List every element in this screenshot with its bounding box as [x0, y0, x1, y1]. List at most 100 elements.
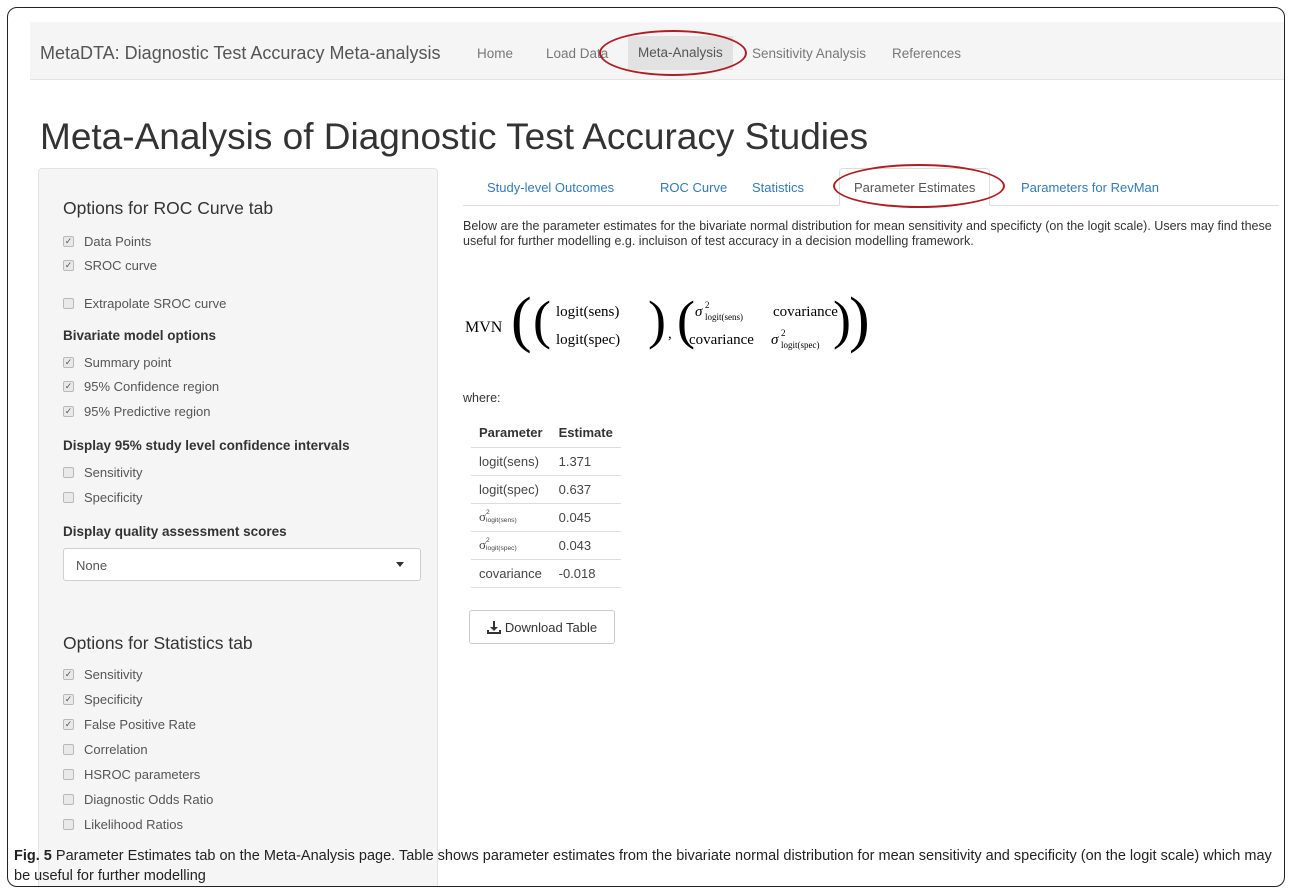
caption-text: Parameter Estimates tab on the Meta-Anal…	[14, 848, 1272, 884]
checkbox-label: SROC curve	[84, 258, 157, 273]
cell-estimate: 0.043	[550, 531, 621, 560]
formula-cov-bottom: covariance	[689, 332, 754, 348]
roc-options-heading: Options for ROC Curve tab	[63, 198, 274, 218]
checkbox-stats-specificity[interactable]: ✓ Specificity	[63, 692, 143, 707]
nav-sensitivity-analysis[interactable]: Sensitivity Analysis	[752, 46, 866, 61]
column-header-parameter: Parameter	[471, 419, 551, 448]
sigma-script: 2 logit(sens)	[486, 509, 517, 525]
cell-estimate: 1.371	[550, 447, 621, 476]
nav-home[interactable]: Home	[477, 46, 513, 61]
checkbox-label: 95% Confidence region	[84, 379, 220, 394]
checkbox-sroc-curve[interactable]: ✓ SROC curve	[63, 258, 157, 273]
tab-study-level-outcomes[interactable]: Study-level Outcomes	[487, 180, 614, 195]
formula-sigma-spec: σ	[771, 332, 779, 348]
checkbox-checked-icon[interactable]: ✓	[63, 719, 74, 730]
mvn-formula: MVN ( ( logit(sens) logit(spec) ) , ( σ …	[465, 286, 870, 354]
checkbox-stats-sensitivity[interactable]: ✓ Sensitivity	[63, 667, 143, 682]
checkbox-ci-sensitivity[interactable]: Sensitivity	[63, 465, 143, 480]
checkbox-hsroc-parameters[interactable]: HSROC parameters	[63, 767, 200, 782]
sigma-symbol: σ	[479, 508, 487, 524]
formula-inner-left-paren: (	[533, 290, 551, 350]
column-header-estimate: Estimate	[550, 419, 621, 448]
nav-meta-analysis[interactable]: Meta-Analysis	[628, 36, 733, 70]
description-text: Below are the parameter estimates for th…	[463, 219, 1272, 248]
checkbox-data-points[interactable]: ✓ Data Points	[63, 234, 151, 249]
checkbox-unchecked-icon[interactable]	[63, 298, 74, 309]
table-header-row: Parameter Estimate	[471, 419, 621, 448]
quality-heading: Display quality assessment scores	[63, 524, 287, 539]
checkbox-label: Extrapolate SROC curve	[84, 296, 227, 311]
checkbox-unchecked-icon[interactable]	[63, 467, 74, 478]
download-table-button[interactable]: Download Table	[469, 610, 615, 644]
checkbox-correlation[interactable]: Correlation	[63, 742, 148, 757]
tab-parameters-for-revman[interactable]: Parameters for RevMan	[1021, 180, 1159, 195]
tab-statistics[interactable]: Statistics	[752, 180, 804, 195]
checkbox-unchecked-icon[interactable]	[63, 819, 74, 830]
table-row: logit(spec) 0.637	[471, 475, 621, 504]
checkbox-checked-icon[interactable]: ✓	[63, 236, 74, 247]
ci-options-heading: Display 95% study level confidence inter…	[63, 438, 350, 453]
tab-parameter-estimates[interactable]: Parameter Estimates	[839, 168, 991, 206]
formula-sigma-sens: σ	[695, 304, 703, 320]
checkbox-checked-icon[interactable]: ✓	[63, 669, 74, 680]
checkbox-label: HSROC parameters	[84, 767, 201, 782]
checkbox-unchecked-icon[interactable]	[63, 794, 74, 805]
table-row: logit(sens) 1.371	[471, 447, 621, 476]
results-tabs: Study-level Outcomes ROC Curve Statistic…	[463, 168, 1279, 206]
brand[interactable]: MetaDTA: Diagnostic Test Accuracy Meta-a…	[40, 43, 440, 64]
checkbox-extrapolate-sroc[interactable]: Extrapolate SROC curve	[63, 296, 226, 311]
sigma-superscript: 2	[486, 509, 490, 517]
nav-load-data[interactable]: Load Data	[546, 46, 608, 61]
sidebar-panel: Options for ROC Curve tab ✓ Data Points …	[38, 168, 438, 886]
checkbox-summary-point[interactable]: ✓ Summary point	[63, 355, 171, 370]
checkbox-label: Specificity	[84, 692, 143, 707]
checkbox-label: Summary point	[84, 355, 172, 370]
formula-inner-right-paren: )	[648, 290, 666, 350]
sigma-subscript: logit(spec)	[486, 545, 517, 553]
cell-estimate: -0.018	[550, 559, 621, 588]
cell-estimate: 0.637	[550, 475, 621, 504]
checkbox-false-positive-rate[interactable]: ✓ False Positive Rate	[63, 717, 196, 732]
checkbox-label: False Positive Rate	[84, 717, 196, 732]
table-row: σ 2 logit(sens) 0.045	[471, 503, 621, 532]
formula-mvn: MVN	[465, 319, 503, 336]
formula-sigma-spec-sup: 2	[781, 328, 786, 338]
checkbox-checked-icon[interactable]: ✓	[63, 260, 74, 271]
cell-estimate: 0.045	[550, 503, 621, 532]
checkbox-checked-icon[interactable]: ✓	[63, 381, 74, 392]
checkbox-label: Correlation	[84, 742, 148, 757]
checkbox-label: 95% Predictive region	[84, 404, 211, 419]
cell-parameter: logit(spec)	[471, 475, 551, 504]
checkbox-diagnostic-odds-ratio[interactable]: Diagnostic Odds Ratio	[63, 792, 213, 807]
sigma-symbol: σ	[479, 536, 487, 552]
cell-parameter: covariance	[471, 559, 551, 588]
checkbox-checked-icon[interactable]: ✓	[63, 694, 74, 705]
formula-sigma-spec-sub: logit(spec)	[781, 340, 820, 350]
checkbox-label: Specificity	[84, 490, 143, 505]
caption-label: Fig. 5	[14, 848, 52, 864]
formula-cov-top: covariance	[773, 304, 838, 320]
quality-select[interactable]: None	[63, 548, 421, 581]
checkbox-checked-icon[interactable]: ✓	[63, 406, 74, 417]
tab-roc-curve[interactable]: ROC Curve	[660, 180, 727, 195]
checkbox-checked-icon[interactable]: ✓	[63, 357, 74, 368]
checkbox-label: Sensitivity	[84, 667, 143, 682]
cell-parameter: logit(sens)	[471, 447, 551, 476]
bivariate-options-heading: Bivariate model options	[63, 328, 217, 343]
formula-outer-left-paren: (	[511, 286, 532, 354]
checkbox-unchecked-icon[interactable]	[63, 769, 74, 780]
checkbox-confidence-region[interactable]: ✓ 95% Confidence region	[63, 379, 219, 394]
checkbox-ci-specificity[interactable]: Specificity	[63, 490, 143, 505]
checkbox-unchecked-icon[interactable]	[63, 744, 74, 755]
checkbox-predictive-region[interactable]: ✓ 95% Predictive region	[63, 404, 210, 419]
stats-options-heading: Options for Statistics tab	[63, 633, 253, 653]
sigma-superscript: 2	[486, 537, 490, 545]
checkbox-label: Likelihood Ratios	[84, 817, 184, 832]
table-row: σ 2 logit(spec) 0.043	[471, 531, 621, 560]
checkbox-unchecked-icon[interactable]	[63, 492, 74, 503]
checkbox-likelihood-ratios[interactable]: Likelihood Ratios	[63, 817, 183, 832]
sigma-script: 2 logit(spec)	[486, 537, 517, 553]
formula-sigma-sens-sup: 2	[705, 300, 710, 310]
download-button-label: Download Table	[504, 619, 598, 635]
nav-references[interactable]: References	[892, 46, 961, 61]
